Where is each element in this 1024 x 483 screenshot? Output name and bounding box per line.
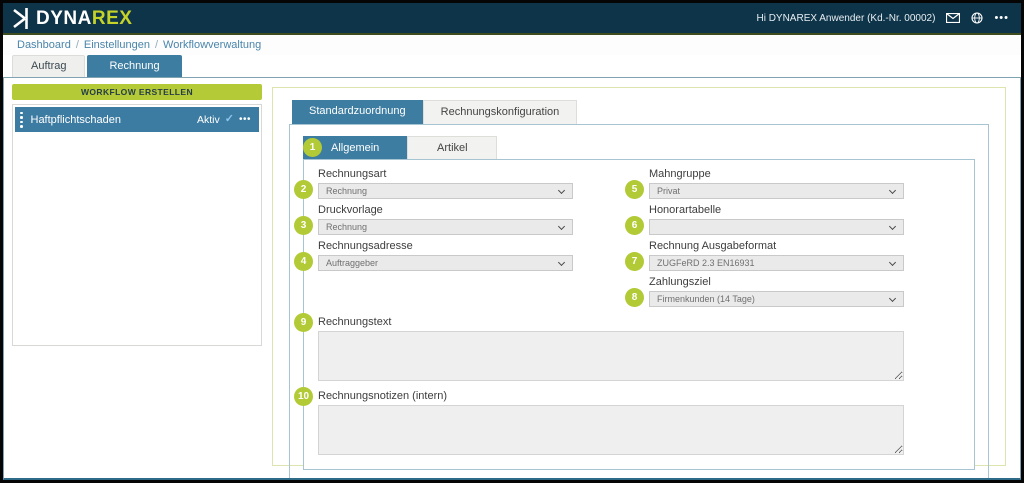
step-badge-9: 9 bbox=[294, 313, 313, 332]
field-zahlungsziel: 8 Zahlungsziel Firmenkunden (14 Tage) bbox=[649, 276, 904, 307]
top-header: DYNAREX Hi DYNAREX Anwender (Kd.-Nr. 000… bbox=[3, 3, 1021, 35]
mahngruppe-select[interactable]: Privat bbox=[649, 183, 904, 199]
zahlungsziel-value: Firmenkunden (14 Tage) bbox=[650, 294, 755, 304]
rechnung-ausgabeformat-select[interactable]: ZUGFeRD 2.3 EN16931 bbox=[649, 255, 904, 271]
aktiv-label: Aktiv bbox=[197, 114, 220, 126]
zahlungsziel-select[interactable]: Firmenkunden (14 Tage) bbox=[649, 291, 904, 307]
logo-text-accent: REX bbox=[92, 8, 133, 29]
allgemein-form-panel: 2 Rechnungsart Rechnung 3 Druckvorlage bbox=[303, 159, 975, 470]
chevron-down-icon bbox=[558, 186, 565, 193]
step-badge-7: 7 bbox=[625, 252, 644, 271]
drag-handle-icon[interactable] bbox=[20, 112, 23, 128]
config-tab-bar: Standardzuordnung Rechnungskonfiguration bbox=[292, 100, 989, 124]
field-honorartabelle: 6 Honorartabelle bbox=[649, 204, 904, 235]
mail-icon[interactable] bbox=[946, 13, 960, 23]
dynarex-mark-icon bbox=[13, 8, 32, 29]
step-badge-2: 2 bbox=[294, 180, 313, 199]
chevron-down-icon bbox=[889, 222, 896, 229]
rechnungsnotizen-label: Rechnungsnotizen (intern) bbox=[318, 390, 904, 403]
rechnungstext-label: Rechnungstext bbox=[318, 316, 904, 329]
tab-auftrag[interactable]: Auftrag bbox=[12, 55, 85, 77]
step-badge-10: 10 bbox=[294, 387, 313, 406]
rechnungsart-label: Rechnungsart bbox=[318, 168, 573, 181]
chevron-down-icon bbox=[889, 186, 896, 193]
rechnung-ausgabeformat-label: Rechnung Ausgabeformat bbox=[649, 240, 904, 253]
step-badge-6: 6 bbox=[625, 216, 644, 235]
subtab-bar: 1 Allgemein Artikel bbox=[303, 136, 982, 159]
logo-text: DYNAREX bbox=[36, 9, 132, 28]
field-rechnungsnotizen: 10 Rechnungsnotizen (intern) bbox=[318, 390, 904, 455]
rechnung-ausgabeformat-value: ZUGFeRD 2.3 EN16931 bbox=[650, 258, 755, 268]
tab-rechnungskonfiguration[interactable]: Rechnungskonfiguration bbox=[423, 100, 578, 124]
honorartabelle-label: Honorartabelle bbox=[649, 204, 904, 217]
mahngruppe-label: Mahngruppe bbox=[649, 168, 904, 181]
form-columns: 2 Rechnungsart Rechnung 3 Druckvorlage bbox=[318, 168, 904, 312]
rechnungsadresse-value: Auftraggeber bbox=[319, 258, 378, 268]
form-column-right: 5 Mahngruppe Privat 6 Honorartabelle bbox=[649, 168, 904, 312]
breadcrumb-dashboard[interactable]: Dashboard bbox=[17, 39, 71, 51]
field-mahngruppe: 5 Mahngruppe Privat bbox=[649, 168, 904, 199]
user-greeting: Hi DYNAREX Anwender (Kd.-Nr. 00002) bbox=[756, 13, 935, 24]
app-window: DYNAREX Hi DYNAREX Anwender (Kd.-Nr. 000… bbox=[0, 0, 1024, 483]
step-badge-3: 3 bbox=[294, 216, 313, 235]
page-tab-bar: Auftrag Rechnung bbox=[3, 55, 1021, 77]
rechnungsadresse-label: Rechnungsadresse bbox=[318, 240, 573, 253]
step-badge-8: 8 bbox=[625, 288, 644, 307]
aktiv-checkbox[interactable]: ✓ bbox=[225, 114, 234, 125]
mahngruppe-value: Privat bbox=[650, 186, 680, 196]
tab-rechnung[interactable]: Rechnung bbox=[87, 55, 181, 77]
zahlungsziel-label: Zahlungsziel bbox=[649, 276, 904, 289]
workflow-erstellen-button[interactable]: WORKFLOW ERSTELLEN bbox=[12, 84, 262, 100]
workflow-list: Haftpflichtschaden Aktiv ✓ ••• bbox=[12, 104, 262, 346]
subtab-allgemein-label: Allgemein bbox=[331, 142, 379, 154]
workflow-list-item[interactable]: Haftpflichtschaden Aktiv ✓ ••• bbox=[15, 107, 259, 132]
druckvorlage-label: Druckvorlage bbox=[318, 204, 573, 217]
honorartabelle-select[interactable] bbox=[649, 219, 904, 235]
rechnungsnotizen-textarea[interactable] bbox=[318, 405, 904, 455]
workflow-item-menu-icon[interactable]: ••• bbox=[239, 115, 251, 125]
field-rechnung-ausgabeformat: 7 Rechnung Ausgabeformat ZUGFeRD 2.3 EN1… bbox=[649, 240, 904, 271]
step-badge-5: 5 bbox=[625, 180, 644, 199]
chevron-down-icon bbox=[889, 294, 896, 301]
breadcrumb-separator: / bbox=[71, 39, 84, 51]
workflow-config-panel: Standardzuordnung Rechnungskonfiguration… bbox=[272, 87, 1006, 466]
chevron-down-icon bbox=[889, 258, 896, 265]
rechnungsart-select[interactable]: Rechnung bbox=[318, 183, 573, 199]
breadcrumb-separator: / bbox=[150, 39, 163, 51]
globe-icon[interactable] bbox=[971, 12, 983, 24]
field-rechnungsadresse: 4 Rechnungsadresse Auftraggeber bbox=[318, 240, 573, 271]
subtab-allgemein[interactable]: 1 Allgemein bbox=[303, 136, 407, 159]
breadcrumb-einstellungen[interactable]: Einstellungen bbox=[84, 39, 150, 51]
chevron-down-icon bbox=[558, 222, 565, 229]
logo-text-primary: DYNA bbox=[36, 8, 92, 29]
rechnungsart-value: Rechnung bbox=[319, 186, 367, 196]
druckvorlage-value: Rechnung bbox=[319, 222, 367, 232]
workflow-item-controls: Aktiv ✓ ••• bbox=[197, 114, 251, 126]
form-column-left: 2 Rechnungsart Rechnung 3 Druckvorlage bbox=[318, 168, 573, 312]
field-druckvorlage: 3 Druckvorlage Rechnung bbox=[318, 204, 573, 235]
step-badge-4: 4 bbox=[294, 252, 313, 271]
rechnungsadresse-select[interactable]: Auftraggeber bbox=[318, 255, 573, 271]
breadcrumb-workflowverwaltung[interactable]: Workflowverwaltung bbox=[163, 39, 261, 51]
topbar-right: Hi DYNAREX Anwender (Kd.-Nr. 00002) ••• bbox=[756, 12, 1009, 24]
subtab-artikel[interactable]: Artikel bbox=[407, 136, 497, 159]
content-area: WORKFLOW ERSTELLEN Haftpflichtschaden Ak… bbox=[3, 77, 1021, 480]
more-icon[interactable]: ••• bbox=[994, 13, 1009, 24]
workflow-sidebar: WORKFLOW ERSTELLEN Haftpflichtschaden Ak… bbox=[12, 84, 262, 474]
step-badge-1: 1 bbox=[303, 138, 322, 157]
breadcrumb: Dashboard / Einstellungen / Workflowverw… bbox=[3, 35, 1021, 55]
workflow-name: Haftpflichtschaden bbox=[31, 114, 198, 126]
standardzuordnung-panel: 1 Allgemein Artikel 2 Rechnungsart Rechn… bbox=[289, 124, 989, 480]
druckvorlage-select[interactable]: Rechnung bbox=[318, 219, 573, 235]
chevron-down-icon bbox=[558, 258, 565, 265]
field-rechnungsart: 2 Rechnungsart Rechnung bbox=[318, 168, 573, 199]
tab-standardzuordnung[interactable]: Standardzuordnung bbox=[292, 100, 423, 124]
app-logo[interactable]: DYNAREX bbox=[13, 8, 132, 29]
rechnungstext-textarea[interactable] bbox=[318, 331, 904, 381]
field-rechnungstext: 9 Rechnungstext bbox=[318, 316, 904, 381]
